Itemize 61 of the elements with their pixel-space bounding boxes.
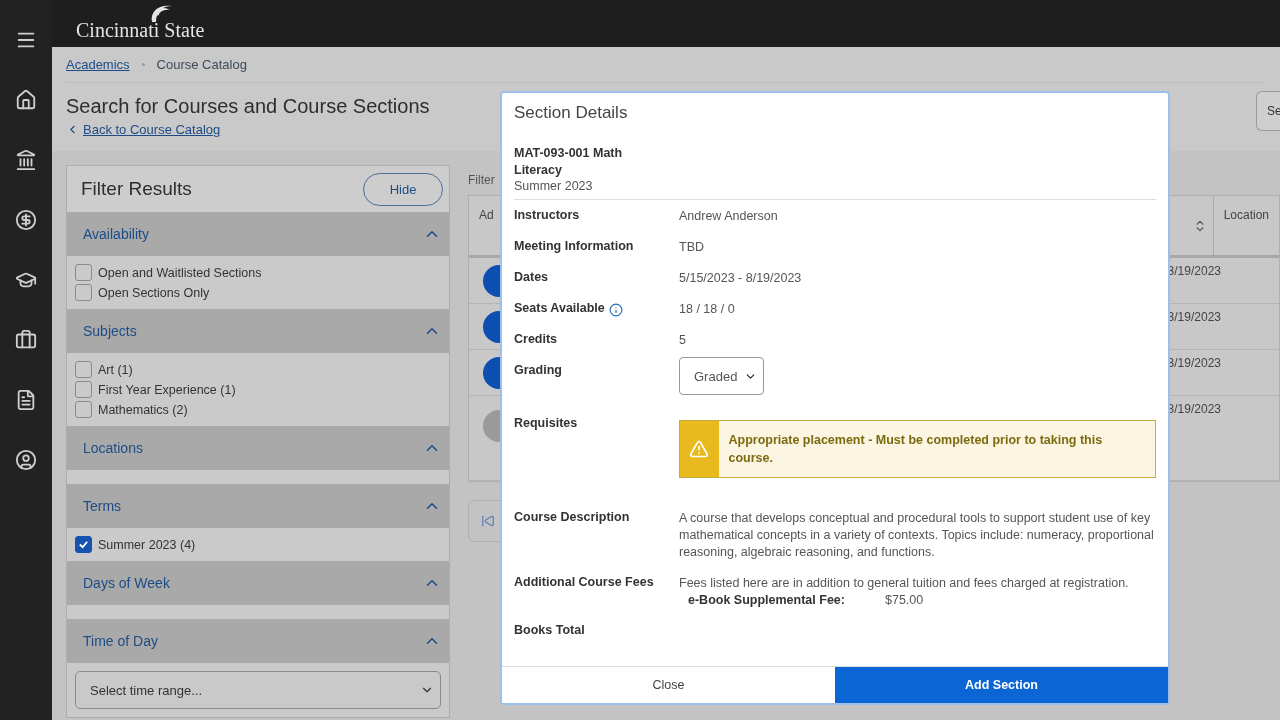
field-value: 18 / 18 / 0: [679, 301, 736, 318]
field-label: Grading: [514, 363, 562, 377]
table-cell-text: 3/19/2023: [1167, 401, 1222, 418]
add-section-button[interactable]: Add Section: [835, 667, 1168, 703]
breadcrumb[interactable]: Course Catalog: [156, 57, 247, 72]
first-page-icon: [481, 514, 495, 528]
filter-option[interactable]: Open Sections Only: [75, 284, 441, 301]
brand-logo[interactable]: Cincinnati State: [76, 5, 205, 42]
dialog-title: Section Details: [514, 102, 629, 124]
page-title: Search for Courses and Course Sections: [66, 95, 430, 118]
warning-icon: [689, 439, 710, 459]
fee-name: e-Book Supplemental Fee:: [688, 592, 845, 609]
checkbox[interactable]: [75, 401, 92, 418]
table-cell-text: 3/19/2023: [1167, 355, 1222, 372]
column-header: Ad: [478, 207, 495, 224]
checkbox[interactable]: [75, 264, 92, 281]
filter-group-header[interactable]: Subjects: [67, 309, 449, 353]
field-label: Seats Available: [514, 301, 605, 315]
checkbox[interactable]: [75, 284, 92, 301]
checkbox[interactable]: [75, 381, 92, 398]
field-label: Meeting Information: [514, 239, 634, 253]
filter-group-header[interactable]: Availability: [67, 212, 449, 256]
table-cell-text: 3/19/2023: [1167, 263, 1222, 280]
filter-option[interactable]: Open and Waitlisted Sections: [75, 264, 441, 281]
course-title: MAT-093-001 Math Literacy: [514, 145, 624, 179]
warning-text: Appropriate placement - Must be completed prior to taking this course.: [727, 432, 1104, 467]
filter-group-header[interactable]: Locations: [67, 426, 449, 470]
filter-group-header[interactable]: Days of Week: [67, 561, 449, 605]
filter-option[interactable]: Art (1): [75, 361, 441, 378]
field-label: Credits: [514, 332, 558, 346]
field-value: A course that develops conceptual and procedural tools to support student use of key mathematical concepts in a variety of contexts. Topics include: numeracy, proportional reasoning, algebraic reasoning, and functions.: [679, 510, 1155, 561]
time-range-select[interactable]: Select time range...: [75, 671, 441, 709]
filter-group-header[interactable]: Terms: [67, 484, 449, 528]
field-value: Fees listed here are in addition to general tuition and fees charged at registration.: [679, 575, 1130, 592]
filter-option[interactable]: First Year Experience (1): [75, 381, 441, 398]
checkbox[interactable]: [75, 536, 92, 553]
checkbox[interactable]: [75, 361, 92, 378]
filter-group-header[interactable]: Time of Day: [67, 619, 449, 663]
check-icon: [78, 539, 89, 550]
grading-select[interactable]: Graded: [679, 357, 764, 395]
table-cell-text: 3/19/2023: [1167, 309, 1222, 326]
field-value: TBD: [679, 239, 705, 256]
field-label: Requisites: [514, 416, 578, 430]
field-label: Dates: [514, 270, 549, 284]
field-value: 5: [679, 332, 687, 349]
back-link[interactable]: Back to Course Catalog: [66, 122, 221, 137]
breadcrumb[interactable]: Academics: [66, 57, 130, 72]
fee-amount: $75.00: [885, 592, 924, 609]
filters-label: Filter: [468, 172, 495, 189]
filter-option[interactable]: Mathematics (2): [75, 401, 441, 418]
field-value: 5/15/2023 - 8/19/2023: [679, 270, 803, 287]
column-header: Location: [1222, 207, 1270, 224]
panel-title: Filter Results: [81, 178, 192, 200]
field-value: Andrew Anderson: [679, 208, 779, 225]
course-term: Summer 2023: [514, 179, 1156, 200]
field-label: Instructors: [514, 208, 580, 222]
field-label: Additional Course Fees: [514, 575, 654, 589]
info-icon[interactable]: [608, 303, 623, 317]
field-label: Course Description: [514, 510, 630, 524]
filter-option[interactable]: Summer 2023 (4): [75, 536, 441, 553]
field-label: Books Total: [514, 623, 585, 637]
